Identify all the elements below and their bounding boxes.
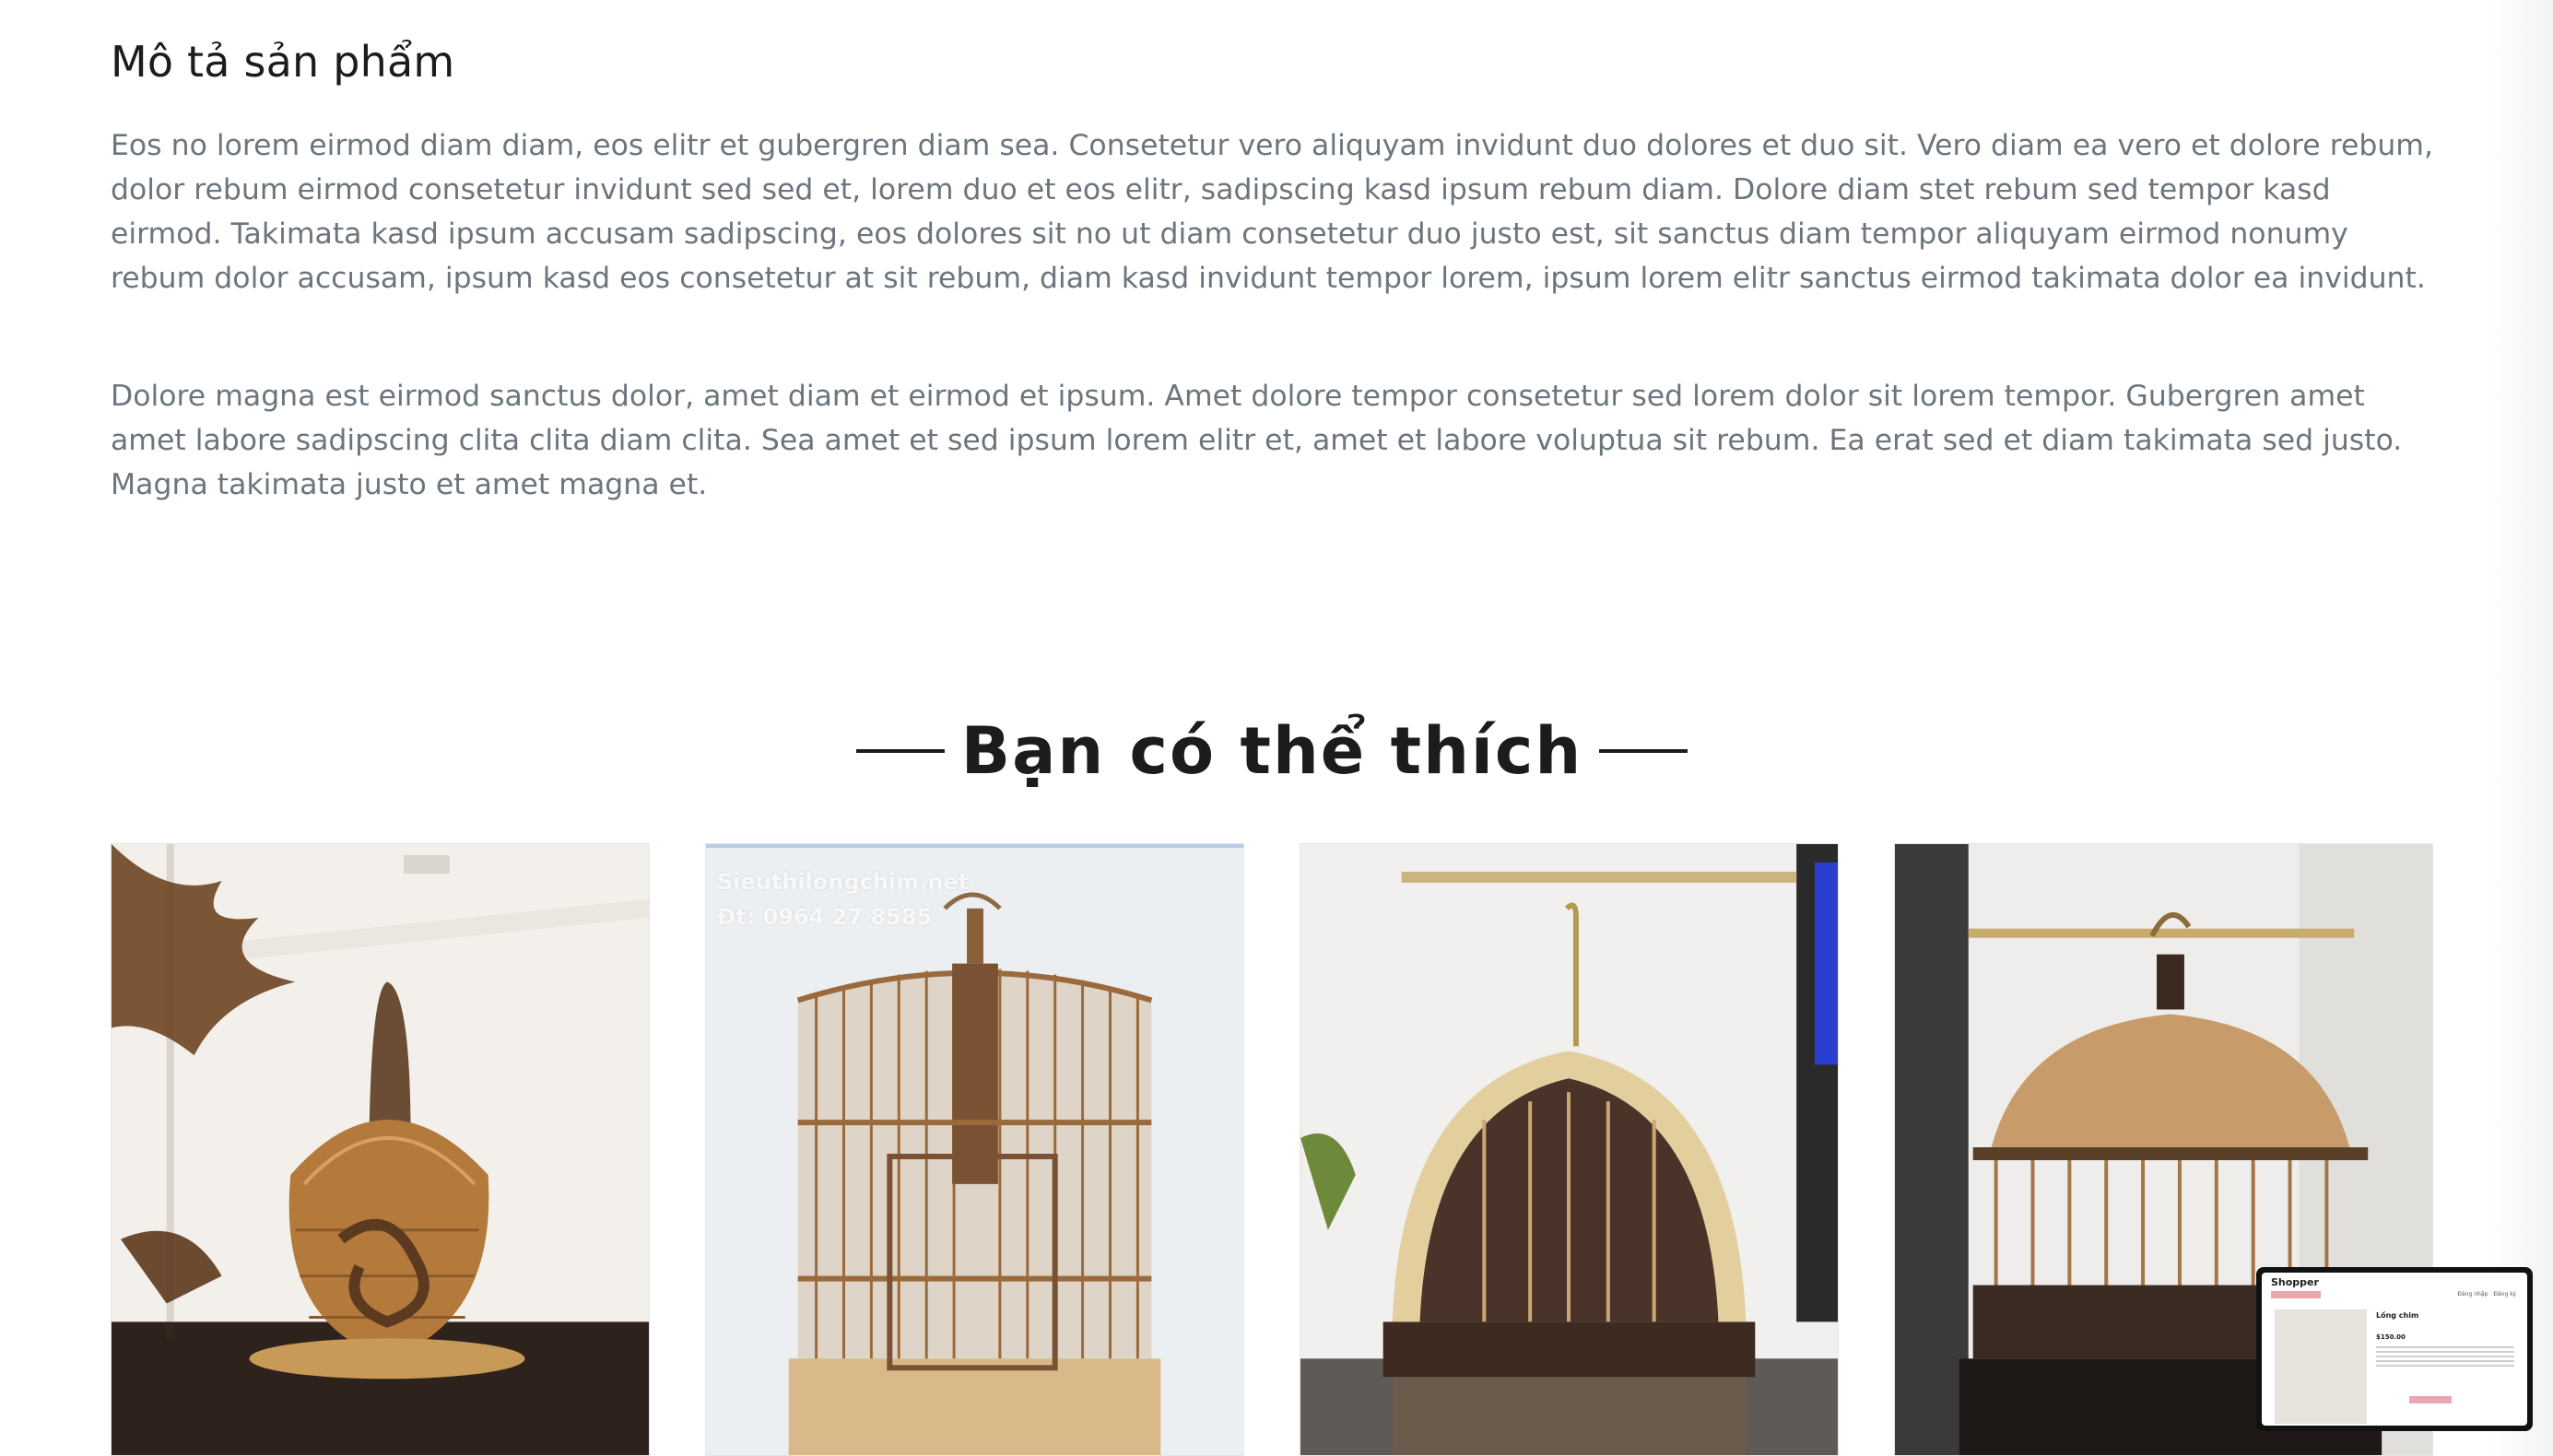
product-image[interactable] [1300, 844, 1838, 1455]
preview-title: Lồng chim [2376, 1311, 2419, 1320]
preview-product-image [2275, 1309, 2367, 1424]
product-image[interactable] [706, 844, 1243, 1455]
preview-price: $150.00 [2376, 1333, 2406, 1341]
product-card[interactable] [111, 843, 650, 1456]
description-title: Mô tả sản phẩm [111, 37, 455, 87]
preview-logo: Shopper [2271, 1276, 2319, 1288]
related-title: Bạn có thể thích [960, 713, 1583, 789]
preview-category-bar [2271, 1291, 2321, 1298]
product-card[interactable] [1300, 843, 1839, 1456]
product-image[interactable] [112, 844, 649, 1455]
product-card[interactable]: Sieuthilongchim.net Đt: 0964 27 8585 [705, 843, 1244, 1456]
preview-add-to-cart-button [2409, 1396, 2452, 1403]
related-products-row: Sieuthilongchim.net Đt: 0964 27 8585 [111, 843, 2433, 1456]
heading-line-left [855, 749, 945, 753]
heading-line-right [1599, 749, 1688, 753]
description-paragraph: Dolore magna est eirmod sanctus dolor, a… [111, 380, 2403, 501]
preview-content: Shopper Đăng nhập Đăng ký Lồng chim $150.… [2262, 1273, 2527, 1426]
related-products-heading: Bạn có thể thích [111, 705, 2433, 797]
preview-nav: Đăng nhập Đăng ký [2457, 1291, 2516, 1297]
screen-preview-thumbnail[interactable]: Shopper Đăng nhập Đăng ký Lồng chim $150.… [2256, 1267, 2533, 1431]
page-edge-shadow [2488, 0, 2553, 1456]
preview-text-lines [2376, 1346, 2514, 1369]
description-paragraph: Eos no lorem eirmod diam diam, eos elitr… [111, 129, 2433, 295]
watermark: Sieuthilongchim.net Đt: 0964 27 8585 [717, 869, 970, 930]
